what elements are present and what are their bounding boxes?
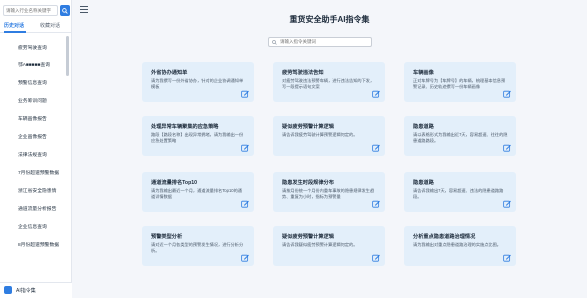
edit-icon[interactable]	[372, 144, 380, 152]
card-desc: 请告诉我疑似疲劳预警计算逻辑何定的。	[282, 242, 358, 247]
card-desc: 请对近一个月各类型的预警发生情况，进行分析分析。	[151, 242, 244, 253]
history-item[interactable]: 法律法规查询	[18, 151, 47, 158]
command-card[interactable]: 分析重点隐患道路治理情况 请为我输出对重点隐患道路治理的实施点比图。	[404, 226, 516, 266]
page-title: 重货安全助手AI指令集	[289, 15, 370, 24]
card-desc: 请告诉我疲劳驾驶计算预警逻辑何定的。	[282, 132, 358, 137]
command-card[interactable]: 疲劳驾驶违法告知 对疲劳驾驶违法预警车辆，进行违法告知的下发，写一段提示语句文案	[273, 62, 385, 102]
command-card[interactable]: 处理异常车辆聚集的应急策略 路段【路段名称】出现异常拥堵，请为我输出一份应急处置…	[142, 116, 254, 156]
sidebar: 历史对话 收藏对话 疲劳驾驶查询 鄂A■■■■■查询 预警信息查询 业务筹训问题…	[0, 0, 72, 298]
main-search-input[interactable]	[280, 38, 370, 46]
edit-icon[interactable]	[372, 200, 380, 208]
main-search[interactable]	[268, 37, 372, 47]
card-desc: 请为我撰写一份外省协办，针对的企业协调通知单模板	[151, 78, 244, 89]
card-title: 隐患发生时段规律分布	[282, 180, 334, 186]
history-item[interactable]: 企业信息查询	[18, 223, 47, 230]
sidebar-scrollbar[interactable]	[66, 36, 69, 76]
search-icon	[62, 7, 68, 14]
card-desc: 请按月份统一个月份内重车事故的隐患规律发生趋势、重复为小时，指标为预警量	[282, 188, 375, 199]
ai-command-label: AI指令集	[16, 288, 36, 294]
tab-favorites[interactable]: 收藏对话	[40, 22, 60, 29]
edit-icon[interactable]	[241, 90, 249, 98]
card-desc: 请为我输出对重点隐患道路治理的实施点比图。	[413, 242, 501, 247]
card-title: 隐患道路	[413, 124, 434, 130]
command-card[interactable]: 车辆画像 正对车牌号为【车牌号】的车辆，梳理基本信息预警记录、历史轨迹撰写一份车…	[404, 62, 516, 102]
command-card[interactable]: 隐患发生时段规律分布 请按月份统一个月份内重车事故的隐患规律发生趋势、重复为小时…	[273, 172, 385, 212]
card-title: 预警类型分析	[151, 234, 183, 240]
card-title: 分析重点隐患道路治理情况	[413, 234, 476, 240]
command-card[interactable]: 疑似疲劳预警计算逻辑 请告诉我疑似疲劳预警计算逻辑何定的。	[273, 226, 385, 266]
history-item[interactable]: 通道流量分析报告	[18, 205, 56, 212]
sidebar-search	[3, 5, 70, 17]
edit-icon[interactable]	[503, 200, 511, 208]
menu-icon[interactable]	[80, 6, 88, 13]
history-item[interactable]: 浙江省安全隐患情	[18, 187, 56, 194]
history-item[interactable]: 7月份超速预警数据	[18, 169, 59, 176]
history-item[interactable]: 8月份超速预警数据	[18, 241, 59, 248]
history-item[interactable]: 疲劳驾驶查询	[18, 44, 47, 51]
edit-icon[interactable]	[241, 254, 249, 262]
history-item[interactable]: 预警信息查询	[18, 79, 47, 86]
card-desc: 请告诉我输出7天，容易超速、违法的隐患道路路段。	[413, 188, 504, 199]
search-icon	[272, 40, 277, 45]
card-desc: 对疲劳驾驶违法预警车辆，进行违法告知的下发，写一段提示语句文案	[282, 78, 375, 89]
card-title: 隐患道路	[413, 180, 434, 186]
card-title: 处理异常车辆聚集的应急策略	[151, 124, 219, 130]
edit-icon[interactable]	[241, 200, 249, 208]
ai-command-icon	[4, 286, 12, 294]
sidebar-footer[interactable]: AI指令集	[0, 282, 72, 298]
card-desc: 请为我输出最近一个月，通道流量排名Top10的通道详情数据	[151, 188, 242, 199]
sidebar-search-button[interactable]	[60, 5, 70, 16]
card-title: 疑似疲劳预警计算逻辑	[282, 234, 334, 240]
command-card[interactable]: 外省协办通知单 请为我撰写一份外省协办，针对的企业协调通知单模板	[142, 62, 254, 102]
card-title: 疑似疲劳预警计算逻辑	[282, 124, 334, 130]
command-card[interactable]: 隐患道路 请告诉我输出7天，容易超速、违法的隐患道路路段。	[404, 172, 516, 212]
sidebar-tabs: 历史对话 收藏对话	[0, 21, 72, 33]
command-card[interactable]: 预警类型分析 请对近一个月各类型的预警发生情况，进行分析分析。	[142, 226, 254, 266]
card-title: 疲劳驾驶违法告知	[282, 70, 324, 76]
command-card[interactable]: 疑似疲劳预警计算逻辑 请告诉我疲劳驾驶计算预警逻辑何定的。	[273, 116, 385, 156]
active-tab-indicator	[4, 31, 26, 33]
edit-icon[interactable]	[503, 144, 511, 152]
edit-icon[interactable]	[503, 90, 511, 98]
card-title: 通道流量排名Top10	[151, 180, 198, 186]
history-item[interactable]: 业务筹训问题	[18, 97, 47, 104]
edit-icon[interactable]	[503, 254, 511, 262]
card-desc: 路段【路段名称】出现异常拥堵，请为我输出一份应急处置策略	[151, 132, 244, 143]
command-card[interactable]: 通道流量排名Top10 请为我输出最近一个月，通道流量排名Top10的通道详情数…	[142, 172, 254, 212]
history-item[interactable]: 车辆画像报告	[18, 115, 47, 122]
card-title: 外省协办通知单	[151, 70, 188, 76]
tab-history[interactable]: 历史对话	[4, 22, 24, 29]
edit-icon[interactable]	[372, 90, 380, 98]
card-desc: 请以表格形式为我输出近7天，容易超速、往往的隐患道路路段。	[413, 132, 508, 143]
command-card[interactable]: 隐患道路 请以表格形式为我输出近7天，容易超速、往往的隐患道路路段。	[404, 116, 516, 156]
history-item[interactable]: 鄂A■■■■■查询	[18, 61, 50, 68]
edit-icon[interactable]	[241, 144, 249, 152]
edit-icon[interactable]	[372, 254, 380, 262]
card-desc: 正对车牌号为【车牌号】的车辆，梳理基本信息预警记录、历史轨迹撰写一份车辆画像	[413, 78, 506, 89]
history-item[interactable]: 企业画像报告	[18, 133, 47, 140]
card-title: 车辆画像	[413, 70, 434, 76]
sidebar-search-input[interactable]	[3, 5, 58, 16]
